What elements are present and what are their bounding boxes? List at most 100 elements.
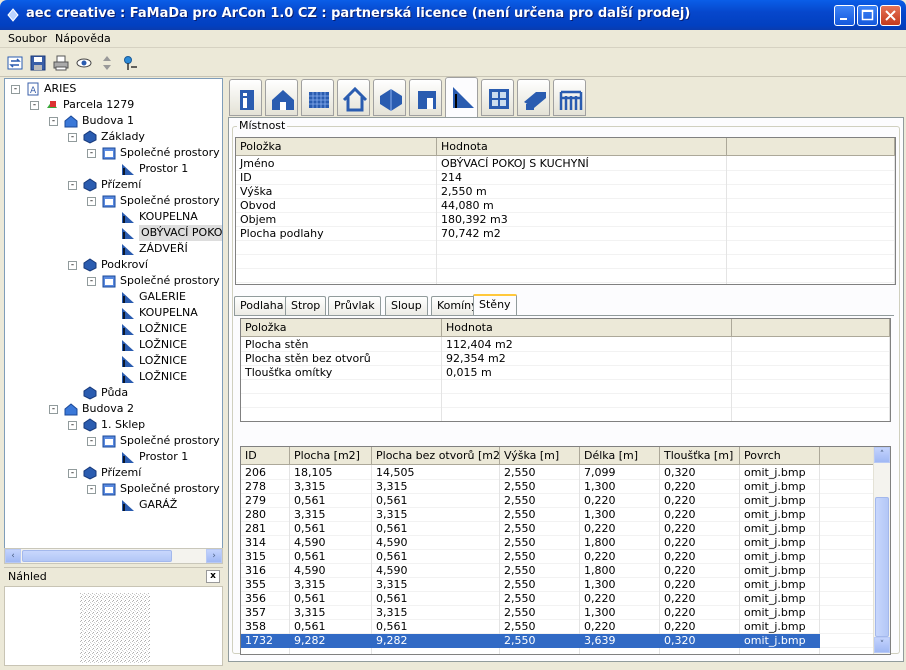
scroll-thumb[interactable] (875, 497, 889, 637)
table-row[interactable]: 356 0,561 0,561 2,550 0,220 0,220 omit_j.bmp (241, 592, 820, 606)
table-row[interactable]: 358 0,561 0,561 2,550 0,220 0,220 omit_j.bmp (241, 620, 820, 634)
expand-collapse-toggle[interactable]: - (68, 261, 77, 270)
table-row[interactable]: 206 18,105 14,505 2,550 7,099 0,320 omit_j.bmp (241, 466, 820, 480)
table-row[interactable]: ID 214 (236, 171, 727, 185)
table-row[interactable]: 357 3,315 3,315 2,550 1,300 0,220 omit_j.bmp (241, 606, 820, 620)
column-header[interactable]: Plocha bez otvorů [m2] (372, 447, 500, 465)
tree-node[interactable]: - Základy (5, 129, 222, 145)
scroll-left-button[interactable]: ‹ (5, 549, 21, 563)
tree-node[interactable]: Půda (5, 385, 222, 401)
tree-node[interactable]: KOUPELNA (5, 305, 222, 321)
expand-collapse-toggle[interactable]: - (87, 277, 96, 286)
column-header[interactable]: Položka (241, 319, 442, 337)
table-row[interactable]: Obvod 44,080 m (236, 199, 727, 213)
print-icon[interactable] (52, 54, 70, 72)
tree-node[interactable]: LOŽNICE (5, 337, 222, 353)
menu-napoveda[interactable]: Nápověda (55, 32, 111, 45)
scroll-down-button[interactable]: ˅ (874, 637, 890, 653)
project-tree[interactable]: - A ARIES - Parcela 1279- Budova 1- Základy - Sp… (4, 78, 223, 564)
subtab-5[interactable]: Stěny (473, 294, 517, 316)
table-row[interactable]: Jméno OBÝVACÍ POKOJ S KUCHYNÍ (236, 157, 727, 171)
tree-horizontal-scrollbar[interactable]: ‹ › (4, 548, 223, 564)
column-header[interactable]: ID (241, 447, 290, 465)
subtab-0[interactable]: Podlaha (234, 296, 290, 315)
expand-collapse-toggle[interactable]: - (30, 101, 39, 110)
expand-collapse-toggle[interactable]: - (11, 85, 20, 94)
tree-node[interactable]: GARÁŽ (5, 497, 222, 513)
tab-floor[interactable] (373, 79, 406, 116)
column-header[interactable]: Tloušťka [m] (660, 447, 740, 465)
tab-roof[interactable] (517, 79, 550, 116)
tree-node[interactable]: - Podkroví (5, 257, 222, 273)
tree-node[interactable]: - Společné prostory (5, 481, 222, 497)
column-header[interactable]: Hodnota (442, 319, 732, 337)
subtab-2[interactable]: Průvlak (328, 296, 381, 315)
column-header[interactable]: Plocha [m2] (290, 447, 372, 465)
tree-node[interactable]: - 1. Sklep (5, 417, 222, 433)
table-row[interactable]: Plocha podlahy 70,742 m2 (236, 227, 727, 241)
maximize-button[interactable] (857, 5, 878, 26)
tree-node[interactable]: - Parcela 1279 (5, 97, 222, 113)
table-row[interactable]: 315 0,561 0,561 2,550 0,220 0,220 omit_j.bmp (241, 550, 820, 564)
tab-parcel-grid[interactable] (301, 79, 334, 116)
tree-node[interactable]: - Přízemí (5, 465, 222, 481)
table-row[interactable]: 355 3,315 3,315 2,550 1,300 0,220 omit_j.bmp (241, 578, 820, 592)
tab-window[interactable] (481, 79, 514, 116)
table-row[interactable]: Objem 180,392 m3 (236, 213, 727, 227)
tree-node[interactable]: - Budova 2 (5, 401, 222, 417)
pin-icon[interactable] (121, 54, 139, 72)
tree-node[interactable]: - Společné prostory (5, 273, 222, 289)
expand-collapse-toggle[interactable]: - (87, 149, 96, 158)
tree-node[interactable]: - Společné prostory (5, 433, 222, 449)
expand-collapse-toggle[interactable]: - (49, 117, 58, 126)
column-header[interactable]: Délka [m] (580, 447, 660, 465)
expand-collapse-toggle[interactable]: - (68, 133, 77, 142)
table-row[interactable]: 279 0,561 0,561 2,550 0,220 0,220 omit_j.bmp (241, 494, 820, 508)
tree-node[interactable]: LOŽNICE (5, 353, 222, 369)
tree-node[interactable]: LOŽNICE (5, 321, 222, 337)
column-header[interactable]: Výška [m] (500, 447, 580, 465)
tree-node[interactable]: - Přízemí (5, 177, 222, 193)
subtab-1[interactable]: Strop (285, 296, 327, 315)
table-row[interactable]: 281 0,561 0,561 2,550 0,220 0,220 omit_j.bmp (241, 522, 820, 536)
tab-door[interactable] (409, 79, 442, 116)
tree-node[interactable]: - Společné prostory (5, 193, 222, 209)
walls-summary-grid[interactable]: Položka Hodnota Plocha stěn 112,404 m2 Ploch… (240, 318, 891, 422)
scroll-thumb[interactable] (22, 550, 172, 562)
expand-collapse-toggle[interactable]: - (68, 421, 77, 430)
walls-table[interactable]: ID Plocha [m2] Plocha bez otvorů [m2] Výška… (240, 446, 891, 655)
title-bar[interactable]: aec creative : FaMaDa pro ArCon 1.0 CZ :… (0, 0, 906, 30)
tab-railing[interactable] (553, 79, 586, 116)
tree-node[interactable]: - Budova 1 (5, 113, 222, 129)
tab-room[interactable] (445, 77, 478, 118)
room-properties-grid[interactable]: Položka Hodnota Jméno OBÝVACÍ POKOJ S KUCHY… (235, 137, 896, 285)
move-icon[interactable] (98, 54, 116, 72)
column-header[interactable]: Hodnota (437, 138, 727, 156)
table-row[interactable]: 314 4,590 4,590 2,550 1,800 0,220 omit_j.bmp (241, 536, 820, 550)
expand-collapse-toggle[interactable]: - (87, 197, 96, 206)
scroll-up-button[interactable]: ˄ (874, 447, 890, 463)
column-header[interactable]: Položka (236, 138, 437, 156)
table-row[interactable]: Plocha stěn bez otvorů 92,354 m2 (241, 352, 732, 366)
scroll-right-button[interactable]: › (206, 549, 222, 563)
column-header[interactable]: Povrch (740, 447, 820, 465)
table-row[interactable]: Plocha stěn 112,404 m2 (241, 338, 732, 352)
expand-collapse-toggle[interactable]: - (68, 181, 77, 190)
save-icon[interactable] (29, 54, 47, 72)
table-row[interactable]: Výška 2,550 m (236, 185, 727, 199)
tree-node[interactable]: OBÝVACÍ POKO (5, 225, 222, 241)
walls-vertical-scrollbar[interactable]: ˄ ˅ (873, 447, 890, 654)
tree-node[interactable]: - A ARIES (5, 81, 222, 97)
table-row[interactable]: 280 3,315 3,315 2,550 1,300 0,220 omit_j.bmp (241, 508, 820, 522)
table-row[interactable]: 1732 9,282 9,282 2,550 3,639 0,320 omit_j.bmp (241, 634, 820, 648)
minimize-button[interactable] (834, 5, 855, 26)
subtab-3[interactable]: Sloup (385, 296, 428, 315)
tree-node[interactable]: GALERIE (5, 289, 222, 305)
tab-info[interactable] (229, 79, 262, 116)
tree-node[interactable]: - Společné prostory (5, 145, 222, 161)
table-row[interactable]: Tloušťka omítky 0,015 m (241, 366, 732, 380)
tab-building[interactable] (265, 79, 298, 116)
tree-node[interactable]: KOUPELNA (5, 209, 222, 225)
table-row[interactable]: 278 3,315 3,315 2,550 1,300 0,220 omit_j.bmp (241, 480, 820, 494)
tree-node[interactable]: Prostor 1 (5, 161, 222, 177)
